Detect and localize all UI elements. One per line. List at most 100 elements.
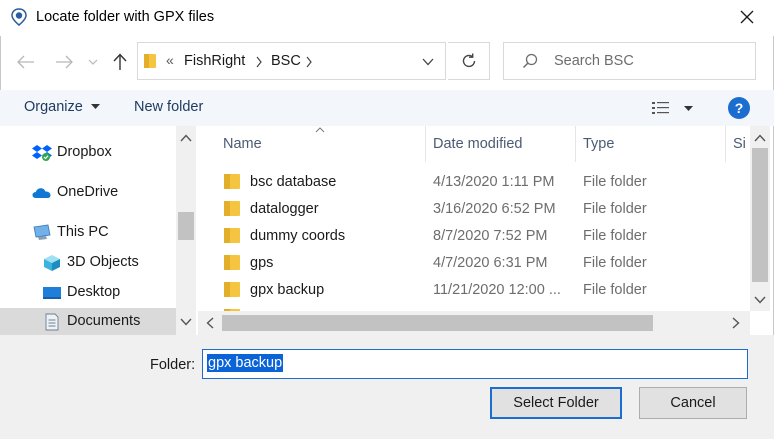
onedrive-icon: [32, 188, 51, 198]
select-folder-button[interactable]: Select Folder: [490, 387, 622, 419]
file-row[interactable]: gps 4/7/2020 6:31 PM File folder: [222, 250, 750, 277]
folder-small-icon: [144, 54, 156, 68]
nav-item-desktop[interactable]: Desktop: [0, 279, 176, 307]
view-options-button[interactable]: [651, 100, 701, 118]
file-row-partial[interactable]: [222, 304, 750, 311]
up-button[interactable]: [107, 49, 133, 75]
arrow-up-icon: [113, 53, 127, 70]
scroll-up-icon[interactable]: [180, 134, 192, 142]
file-name: gps: [250, 255, 274, 271]
folder-label: Folder:: [150, 357, 196, 373]
new-folder-button[interactable]: New folder: [134, 99, 203, 115]
nav-item-3d-objects[interactable]: 3D Objects: [0, 249, 176, 277]
caret-down-icon: [684, 106, 693, 111]
back-button[interactable]: [13, 49, 39, 75]
search-input[interactable]: Search BSC: [554, 53, 634, 69]
arrow-left-icon: [17, 55, 34, 69]
nav-item-label: 3D Objects: [67, 254, 139, 270]
address-overflow[interactable]: «: [166, 52, 174, 68]
column-divider[interactable]: [575, 126, 576, 162]
dropbox-icon: [32, 145, 52, 161]
file-name: bsc database: [250, 174, 337, 190]
file-date: 3/16/2020 6:52 PM: [433, 201, 556, 217]
search-box[interactable]: Search BSC: [503, 42, 756, 80]
3d-objects-icon: [44, 255, 60, 271]
desktop-icon: [43, 287, 61, 299]
breadcrumb-bsc[interactable]: BSC: [271, 53, 301, 69]
pc-icon: [33, 224, 51, 240]
help-button[interactable]: ?: [728, 97, 750, 119]
nav-item-onedrive[interactable]: OneDrive: [0, 179, 176, 207]
file-row[interactable]: bsc database 4/13/2020 1:11 PM File fold…: [222, 169, 750, 196]
file-date: 4/13/2020 1:11 PM: [433, 174, 555, 190]
organize-button[interactable]: Organize: [24, 99, 100, 115]
chevron-right-icon[interactable]: [255, 56, 263, 68]
navigation-pane-scroll-thumb[interactable]: [178, 212, 194, 240]
file-date: 11/21/2020 12:00 ...: [433, 282, 561, 298]
close-button[interactable]: [730, 2, 764, 32]
address-dropdown-icon[interactable]: [422, 58, 434, 66]
chevron-down-icon: [88, 59, 98, 65]
column-header-date-modified[interactable]: Date modified: [433, 136, 522, 152]
column-divider[interactable]: [425, 126, 426, 162]
refresh-button[interactable]: [448, 42, 490, 80]
column-header-size[interactable]: Si: [733, 136, 746, 152]
folder-icon: [224, 228, 240, 243]
file-row[interactable]: dummy coords 8/7/2020 7:52 PM File folde…: [222, 223, 750, 250]
file-type: File folder: [583, 282, 647, 298]
command-toolbar: Organize New folder ?: [0, 90, 774, 126]
folder-icon: [224, 282, 240, 297]
nav-item-documents[interactable]: Documents: [0, 308, 176, 335]
search-icon: [522, 53, 538, 69]
column-divider[interactable]: [725, 126, 726, 162]
file-type: File folder: [583, 174, 647, 190]
organize-label: Organize: [24, 99, 83, 115]
folder-icon: [224, 201, 240, 216]
close-icon: [740, 10, 754, 24]
nav-item-label: This PC: [57, 224, 109, 240]
file-list: Name Date modified Type Si bsc database …: [198, 126, 750, 311]
scroll-up-icon[interactable]: [754, 134, 766, 142]
scroll-left-icon[interactable]: [206, 317, 214, 329]
file-date: 8/7/2020 7:52 PM: [433, 228, 548, 244]
file-type: File folder: [583, 201, 647, 217]
nav-item-label: Dropbox: [57, 144, 112, 160]
nav-item-label: Documents: [67, 313, 141, 329]
file-date: 4/7/2020 6:31 PM: [433, 255, 548, 271]
caret-down-icon: [90, 104, 100, 110]
arrow-right-icon: [56, 55, 73, 69]
address-bar[interactable]: « FishRight BSC: [137, 42, 446, 80]
scroll-down-icon[interactable]: [180, 318, 192, 326]
navigation-pane: Dropbox OneDrive This PC 3D Objects Desk…: [0, 126, 198, 335]
chevron-right-icon[interactable]: [305, 56, 313, 68]
folder-input-value: gpx backup: [207, 354, 284, 372]
file-name: dummy coords: [250, 228, 346, 244]
file-row[interactable]: datalogger 3/16/2020 6:52 PM File folder: [222, 196, 750, 223]
app-logo-icon: [11, 8, 27, 26]
window-title: Locate folder with GPX files: [36, 9, 215, 25]
refresh-icon: [462, 53, 475, 68]
file-list-horizontal-scroll-thumb[interactable]: [222, 315, 653, 331]
file-name: gpx backup: [250, 282, 325, 298]
breadcrumb-fishright[interactable]: FishRight: [184, 53, 245, 69]
folder-input[interactable]: gpx backup: [202, 349, 748, 379]
details-view-icon: [652, 102, 669, 114]
file-name: datalogger: [250, 201, 319, 217]
nav-item-this-pc[interactable]: This PC: [0, 219, 176, 247]
title-bar: Locate folder with GPX files: [0, 0, 774, 36]
file-row[interactable]: gpx backup 11/21/2020 12:00 ... File fol…: [222, 277, 750, 304]
nav-item-label: Desktop: [67, 284, 121, 300]
file-list-vertical-scroll-thumb[interactable]: [752, 148, 768, 282]
recent-locations-button[interactable]: [83, 49, 103, 75]
column-header-name[interactable]: Name: [223, 136, 262, 152]
nav-item-dropbox[interactable]: Dropbox: [0, 139, 176, 167]
cancel-button[interactable]: Cancel: [639, 387, 747, 419]
scroll-right-icon[interactable]: [732, 317, 740, 329]
forward-button[interactable]: [51, 49, 77, 75]
folder-icon: [224, 174, 240, 189]
scroll-down-icon[interactable]: [754, 296, 766, 304]
documents-icon: [45, 313, 59, 331]
column-header-type[interactable]: Type: [583, 136, 614, 152]
sort-ascending-icon: [315, 127, 325, 133]
folder-icon: [224, 255, 240, 270]
